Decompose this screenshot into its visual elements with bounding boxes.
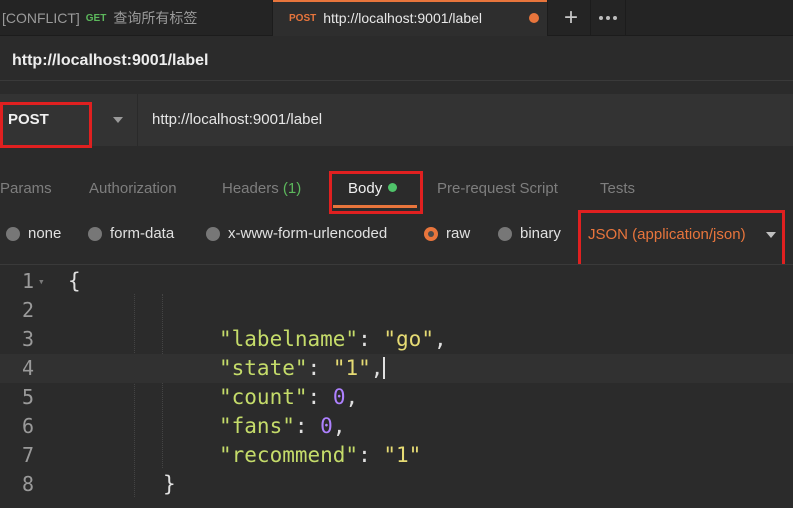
tab-title: 查询所有标签 — [113, 10, 198, 26]
close-brace: } — [163, 472, 176, 496]
radio-label: form-data — [110, 225, 175, 242]
url-input[interactable]: http://localhost:9001/label — [152, 111, 752, 128]
line-number: 7 — [21, 443, 34, 467]
code-editor[interactable]: 1 ▾ { 2 3 "labelname": "go", 4 "state": … — [0, 265, 793, 508]
conflict-prefix: [CONFLICT] — [2, 10, 80, 26]
post-method-tag: POST — [289, 12, 317, 24]
editor-line: 2 — [0, 296, 793, 325]
tab-params[interactable]: Params — [0, 180, 52, 197]
tab-title: http://localhost:9001/label — [323, 10, 483, 26]
editor-line: 1 ▾ { — [0, 267, 793, 296]
json-pair: "state": "1", — [219, 356, 386, 380]
annotation-box-method — [0, 102, 92, 148]
add-tab-button[interactable]: + — [556, 0, 586, 36]
editor-line: 5 "count": 0, — [0, 383, 793, 412]
ellipsis-icon[interactable] — [590, 0, 626, 36]
divider — [0, 80, 793, 81]
open-brace: { — [68, 269, 81, 293]
editor-line: 7 "recommend": "1" — [0, 441, 793, 470]
tab-get-all-labels[interactable]: [CONFLICT] GET 查询所有标签 — [0, 0, 270, 36]
radio-icon — [498, 226, 512, 241]
editor-line: 6 "fans": 0, — [0, 412, 793, 441]
request-title: http://localhost:9001/label — [12, 52, 209, 69]
json-pair: "recommend": "1" — [219, 443, 422, 467]
radio-selected-icon — [424, 226, 438, 241]
tab-strip: [CONFLICT] GET 查询所有标签 POST http://localh… — [0, 0, 793, 36]
headers-count: (1) — [282, 180, 302, 197]
line-number: 6 — [21, 414, 34, 438]
annotation-box-body — [329, 171, 423, 214]
radio-icon — [88, 226, 102, 241]
radio-none[interactable]: none — [6, 225, 61, 242]
editor-line: 3 "labelname": "go", — [0, 325, 793, 354]
line-number: 8 — [21, 472, 34, 496]
radio-raw[interactable]: raw — [424, 225, 470, 242]
radio-label: x-www-form-urlencoded — [228, 225, 388, 242]
unsaved-indicator-icon — [529, 13, 539, 23]
chevron-down-icon — [113, 117, 123, 123]
tab-headers[interactable]: Headers (1) — [222, 180, 301, 197]
radio-binary[interactable]: binary — [498, 225, 561, 242]
get-method-tag: GET — [85, 12, 107, 24]
tab-tests[interactable]: Tests — [600, 180, 635, 197]
editor-line-current: 4 "state": "1", — [0, 354, 793, 383]
line-number: 3 — [21, 327, 34, 351]
line-number: 4 — [21, 356, 34, 380]
radio-form-data[interactable]: form-data — [88, 225, 174, 242]
json-pair: "fans": 0, — [219, 414, 346, 438]
editor-line: 8 } — [0, 470, 793, 499]
radio-icon — [6, 226, 20, 241]
tab-authorization[interactable]: Authorization — [89, 180, 177, 197]
radio-label: none — [28, 225, 62, 242]
radio-x-www-form-urlencoded[interactable]: x-www-form-urlencoded — [206, 225, 387, 242]
json-pair: "labelname": "go", — [219, 327, 447, 351]
line-number: 1 — [21, 269, 34, 293]
radio-label: binary — [520, 225, 561, 242]
tab-headers-label: Headers — [222, 180, 279, 197]
radio-label: raw — [446, 225, 471, 242]
radio-icon — [206, 226, 220, 241]
url-bar: POST http://localhost:9001/label — [0, 94, 793, 146]
json-pair: "count": 0, — [219, 385, 359, 409]
line-number: 5 — [21, 385, 34, 409]
text-cursor — [383, 357, 386, 379]
tab-post-label[interactable]: POST http://localhost:9001/label — [272, 0, 548, 36]
tab-pre-request-script[interactable]: Pre-request Script — [437, 180, 558, 197]
fold-arrow-icon[interactable]: ▾ — [38, 267, 45, 296]
line-number: 2 — [21, 298, 34, 322]
